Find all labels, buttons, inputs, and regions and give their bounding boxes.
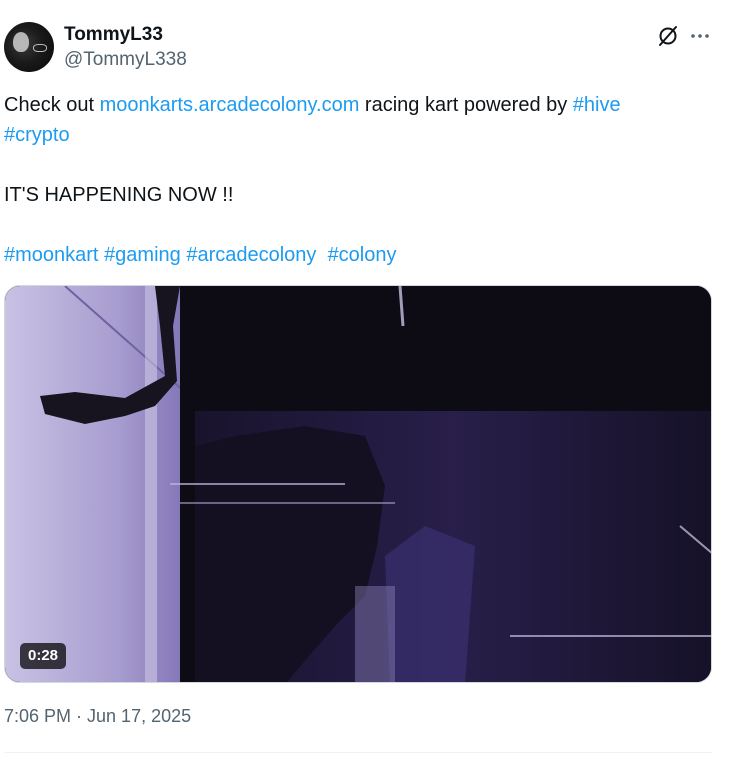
- video-frame: [5, 286, 711, 682]
- tweet-line-2: #crypto: [4, 120, 716, 150]
- hashtag-moonkart[interactable]: #moonkart: [4, 244, 99, 266]
- divider: [4, 752, 712, 753]
- tweet-text: Check out moonkarts.arcadecolony.com rac…: [4, 90, 716, 270]
- author-display-name[interactable]: TommyL33: [64, 24, 163, 46]
- hashtag-crypto[interactable]: #crypto: [4, 124, 70, 146]
- tweet-announcement: IT'S HAPPENING NOW !!: [4, 184, 234, 206]
- hashtag-gaming[interactable]: #gaming: [104, 244, 181, 266]
- hashtag-colony[interactable]: #colony: [328, 244, 397, 266]
- hashtag-arcadecolony[interactable]: #arcadecolony: [186, 244, 316, 266]
- author-handle[interactable]: @TommyL338: [64, 49, 187, 71]
- tweet-text-prefix: Check out: [4, 94, 100, 116]
- avatar[interactable]: [4, 22, 54, 72]
- avatar-mark: [33, 44, 47, 52]
- tweet-line-1: Check out moonkarts.arcadecolony.com rac…: [4, 90, 716, 120]
- tweet-text-middle: racing kart powered by: [359, 94, 573, 116]
- tweet-header: TommyL33 @TommyL338: [4, 20, 716, 74]
- hashtag-hive[interactable]: #hive: [573, 94, 621, 116]
- grok-icon[interactable]: [656, 24, 680, 48]
- video-player[interactable]: 0:28: [4, 285, 712, 683]
- tweet-timestamp[interactable]: 7:06 PM · Jun 17, 2025: [4, 706, 191, 727]
- video-duration-badge: 0:28: [20, 643, 67, 669]
- more-icon[interactable]: [688, 24, 712, 48]
- tweet-link[interactable]: moonkarts.arcadecolony.com: [100, 94, 360, 116]
- hashtag-line: #moonkart #gaming #arcadecolony #colony: [4, 240, 716, 270]
- avatar-face: [13, 32, 29, 52]
